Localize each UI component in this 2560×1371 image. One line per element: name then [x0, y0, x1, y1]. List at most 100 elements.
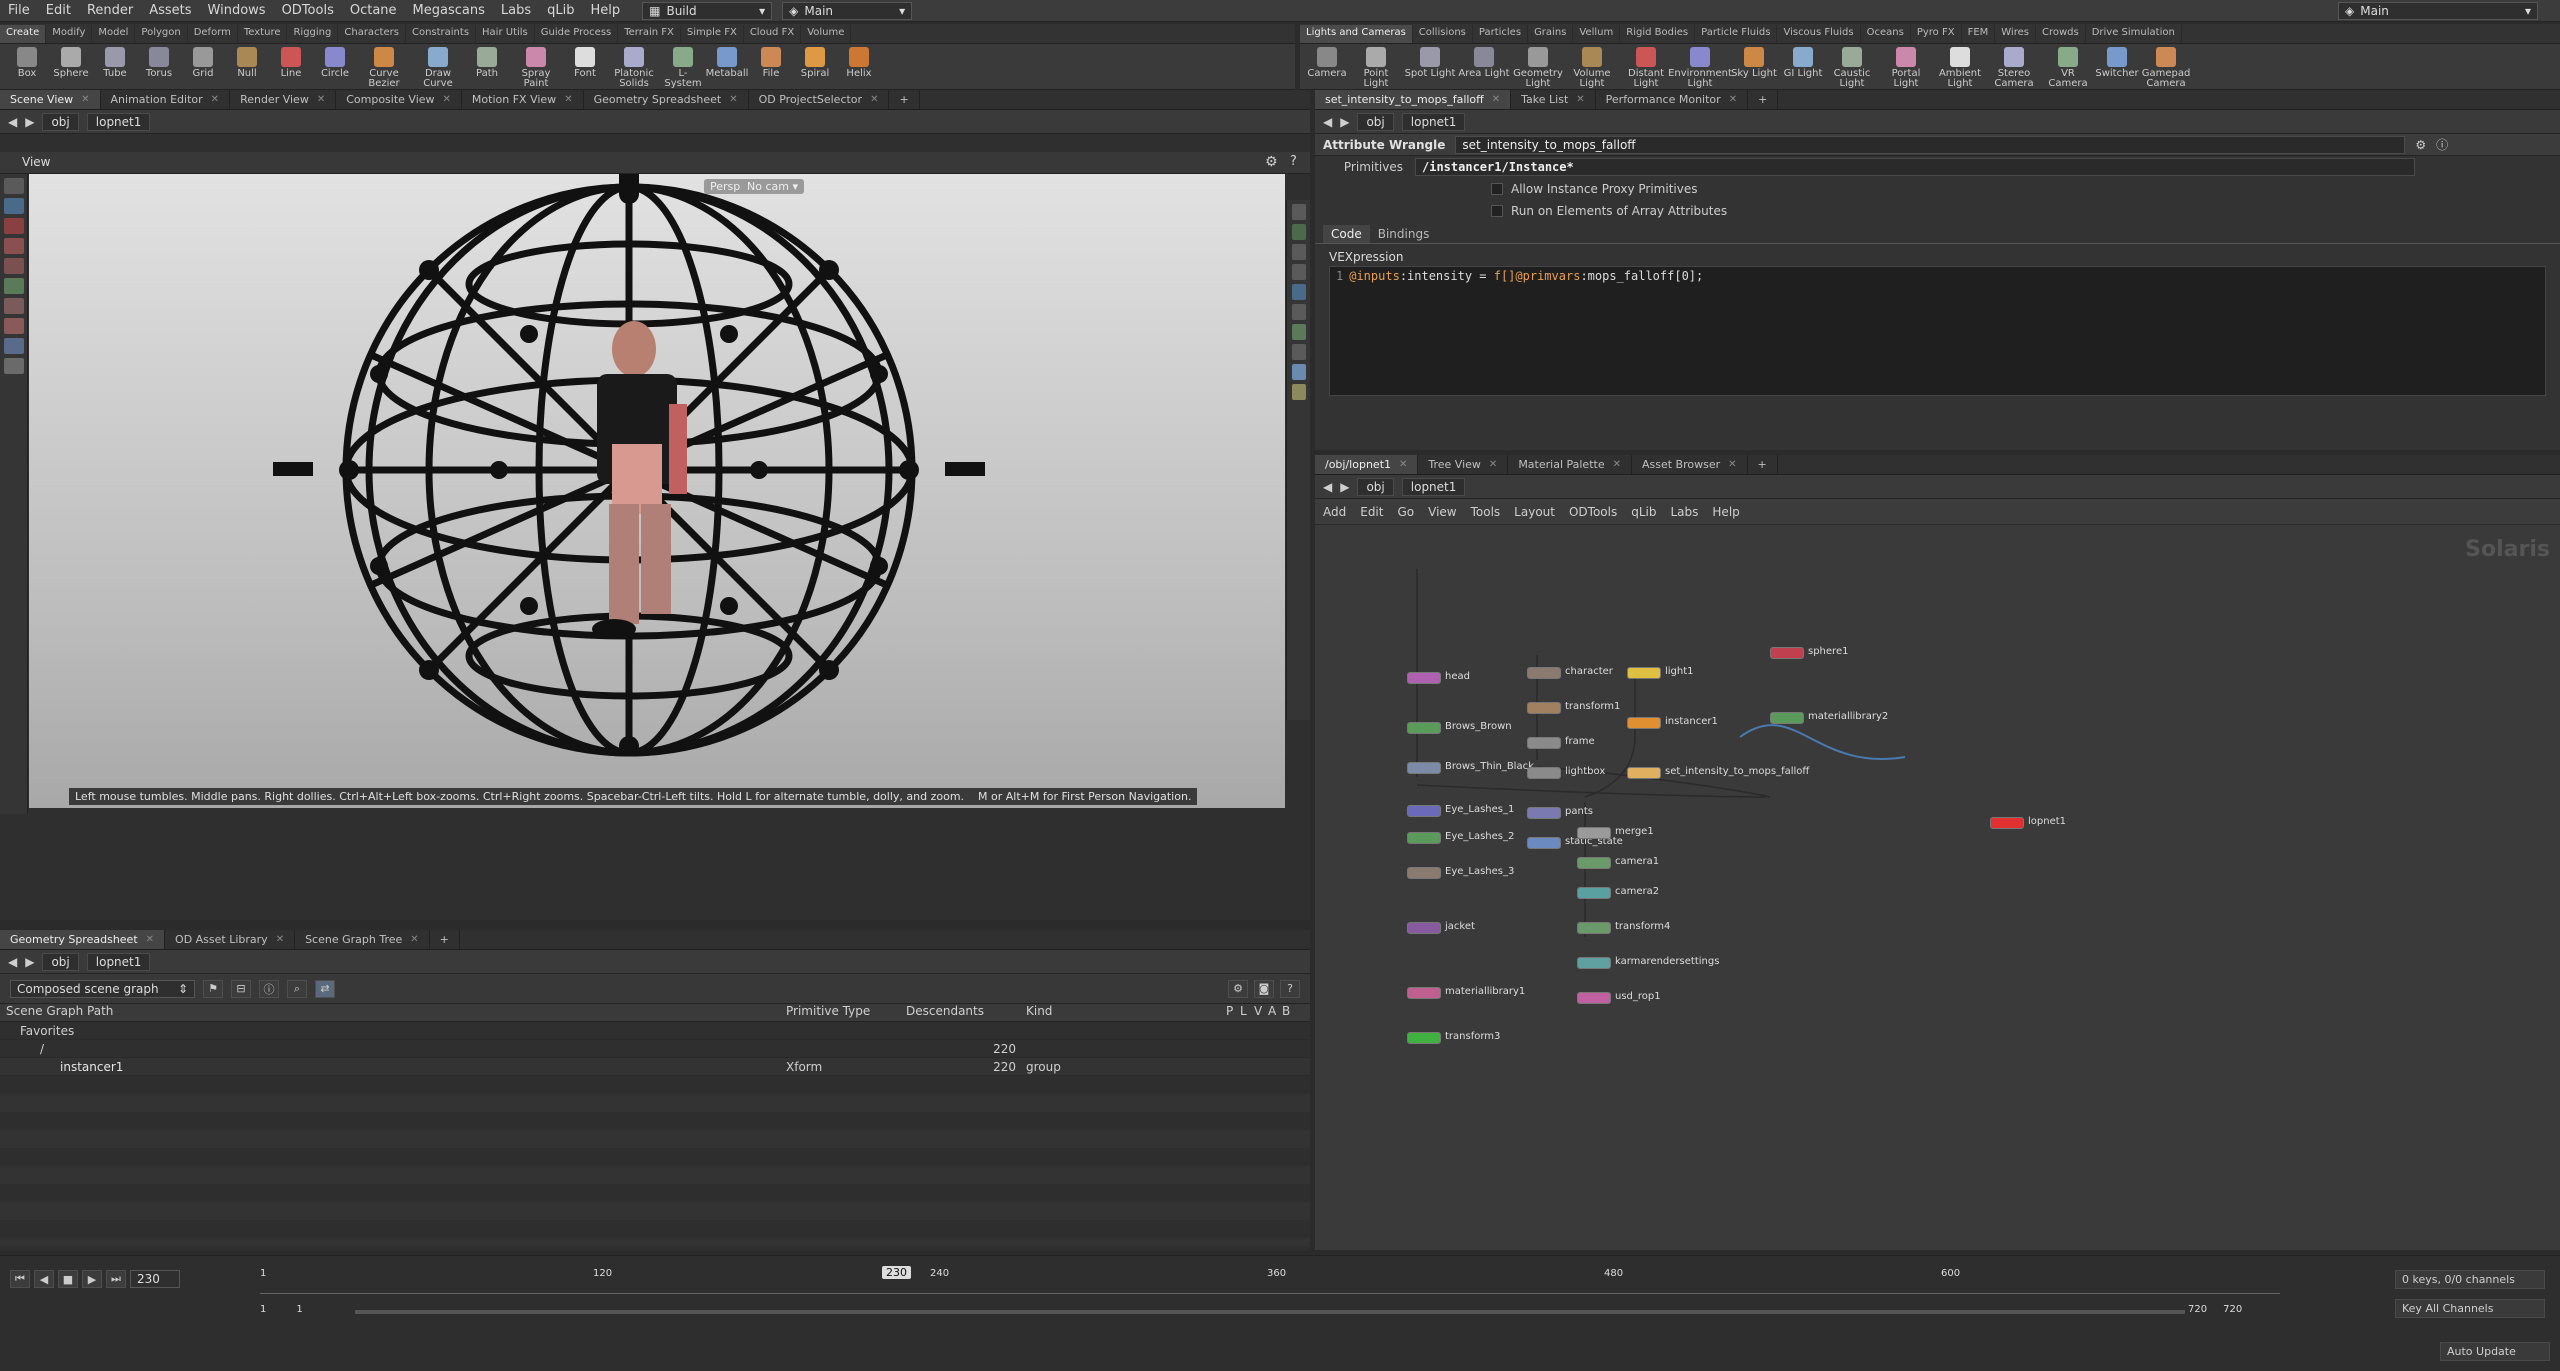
tool-sky-light[interactable]: Sky Light [1728, 44, 1780, 79]
menu-labs[interactable]: Labs [493, 3, 539, 18]
view-tool-icon[interactable] [3, 338, 24, 354]
camera-icon[interactable]: ◙ [1254, 979, 1274, 998]
node-brows-brown[interactable] [1407, 722, 1441, 734]
menu-octane[interactable]: Octane [342, 3, 405, 18]
node-materiallibrary2[interactable] [1770, 712, 1804, 724]
node-character[interactable] [1527, 667, 1561, 679]
shelf-tab-texture[interactable]: Texture [238, 25, 288, 43]
shelf-tab-cloud-fx[interactable]: Cloud FX [744, 25, 802, 43]
add-tab-icon[interactable]: + [1748, 90, 1779, 109]
range-end[interactable]: 720 [2188, 1304, 2207, 1315]
tool-torus[interactable]: Torus [138, 44, 180, 79]
tab-obj-lopnet1[interactable]: /obj/lopnet1 ✕ [1315, 455, 1419, 474]
tool-box[interactable]: Box [6, 44, 48, 79]
tab-performance-monitor[interactable]: Performance Monitor ✕ [1596, 90, 1749, 109]
back-arrow-icon[interactable]: ◀ [8, 955, 17, 969]
node-instancer1[interactable] [1627, 717, 1661, 729]
close-icon[interactable]: ✕ [443, 94, 451, 105]
col-a[interactable]: A [1262, 1004, 1276, 1021]
node-transform4[interactable] [1577, 922, 1611, 934]
select-tool-icon[interactable] [3, 178, 24, 194]
timeline-ruler[interactable]: 1 120 240 360 480 600 230 [260, 1266, 2280, 1294]
path-root[interactable]: obj [42, 952, 79, 971]
shelf-tab-grains[interactable]: Grains [1528, 25, 1574, 43]
path-root[interactable]: obj [1357, 112, 1394, 131]
node-static-state[interactable] [1527, 837, 1561, 849]
close-icon[interactable]: ✕ [1613, 459, 1621, 470]
menu-megascans[interactable]: Megascans [405, 3, 493, 18]
shelf-tab-hair-utils[interactable]: Hair Utils [476, 25, 535, 43]
shelf-tab-volume[interactable]: Volume [801, 25, 852, 43]
tab-od-asset-library[interactable]: OD Asset Library ✕ [165, 930, 296, 949]
close-icon[interactable]: ✕ [1489, 459, 1497, 470]
tab-animation-editor[interactable]: Animation Editor ✕ [101, 90, 231, 109]
scale-tool-icon[interactable] [3, 258, 24, 274]
tool-line[interactable]: Line [270, 44, 312, 79]
node-eye-lashes-1[interactable] [1407, 805, 1441, 817]
node-jacket[interactable] [1407, 922, 1441, 934]
shelf-tab-polygon[interactable]: Polygon [135, 25, 188, 43]
gear-icon[interactable]: ⚙ [1228, 979, 1248, 998]
col-kind[interactable]: Kind [1020, 1004, 1220, 1021]
node-transform1[interactable] [1527, 702, 1561, 714]
menu-help[interactable]: Help [582, 3, 628, 18]
gear-icon[interactable]: ⚙ [2415, 138, 2426, 152]
node-lopnet1[interactable] [1990, 817, 2024, 829]
tool-switcher[interactable]: Switcher [2095, 44, 2139, 79]
light-icon[interactable] [1291, 304, 1306, 320]
shading-icon[interactable] [1291, 284, 1306, 300]
shelf-tab-simple-fx[interactable]: Simple FX [681, 25, 744, 43]
jump-end-icon[interactable]: ⏭ [106, 1270, 126, 1288]
node-materiallibrary1[interactable] [1407, 987, 1441, 999]
net-menu-edit[interactable]: Edit [1360, 505, 1383, 519]
desktop-select[interactable]: ▦ Build ▾ [642, 1, 773, 20]
close-icon[interactable]: ✕ [1576, 94, 1584, 105]
node-eye-lashes-2[interactable] [1407, 832, 1441, 844]
close-icon[interactable]: ✕ [276, 934, 284, 945]
close-icon[interactable]: ✕ [1729, 94, 1737, 105]
tab-composite-view[interactable]: Composite View ✕ [336, 90, 462, 109]
shelf-tab-rigid-bodies[interactable]: Rigid Bodies [1620, 25, 1696, 43]
node-lightbox[interactable] [1527, 767, 1561, 779]
node-light1[interactable] [1627, 667, 1661, 679]
col-v[interactable]: V [1248, 1004, 1262, 1021]
tab-asset-browser[interactable]: Asset Browser ✕ [1632, 455, 1748, 474]
magnet-icon[interactable] [3, 318, 24, 334]
add-tab-icon[interactable]: + [430, 930, 460, 949]
node-frame[interactable] [1527, 737, 1561, 749]
playhead-marker[interactable]: 230 [882, 1266, 911, 1279]
tool-gamepad-camera[interactable]: Gamepad Camera [2140, 44, 2192, 89]
shelf-tab-particles[interactable]: Particles [1473, 25, 1529, 43]
tab-set-intensity-to-mops-falloff[interactable]: set_intensity_to_mops_falloff ✕ [1315, 90, 1512, 109]
stop-icon[interactable]: ■ [58, 1270, 78, 1288]
tool-draw-curve[interactable]: Draw Curve [412, 44, 464, 89]
tool-grid[interactable]: Grid [182, 44, 224, 79]
tool-font[interactable]: Font [564, 44, 606, 79]
forward-arrow-icon[interactable]: ▶ [1340, 115, 1349, 129]
shelf-tab-pyro-fx[interactable]: Pyro FX [1911, 25, 1962, 43]
close-icon[interactable]: ✕ [564, 94, 572, 105]
tab-tree-view[interactable]: Tree View ✕ [1418, 455, 1509, 474]
shelf-tab-guide-process[interactable]: Guide Process [535, 25, 619, 43]
node-head[interactable] [1407, 672, 1441, 684]
tool-metaball[interactable]: Metaball [706, 44, 748, 79]
node-name-field[interactable]: set_intensity_to_mops_falloff [1455, 135, 2406, 154]
close-icon[interactable]: ✕ [81, 94, 89, 105]
network-canvas[interactable]: Solaris head Brows_Brown Brows_Thin_Black E… [1315, 527, 2560, 1250]
close-icon[interactable]: ✕ [729, 94, 737, 105]
tool-file[interactable]: File [750, 44, 792, 79]
range-start-2[interactable]: 1 [296, 1304, 302, 1315]
tool-environment-light[interactable]: Environment Light [1668, 44, 1732, 89]
filter-icon[interactable]: ⚑ [203, 979, 223, 998]
eye-icon[interactable] [1291, 204, 1306, 220]
shelf-tab-collisions[interactable]: Collisions [1413, 25, 1473, 43]
search-icon[interactable]: ⌕ [287, 979, 307, 998]
close-icon[interactable]: ✕ [1728, 459, 1736, 470]
net-menu-help[interactable]: Help [1712, 505, 1739, 519]
tool-spot-light[interactable]: Spot Light [1404, 44, 1456, 79]
shelf-tab-deform[interactable]: Deform [188, 25, 238, 43]
help-icon[interactable]: ? [1280, 979, 1300, 998]
menu-odtools[interactable]: ODTools [274, 3, 342, 18]
shelf-tab-viscous-fluids[interactable]: Viscous Fluids [1777, 25, 1861, 43]
auto-update-button[interactable]: Auto Update [2440, 1342, 2550, 1361]
